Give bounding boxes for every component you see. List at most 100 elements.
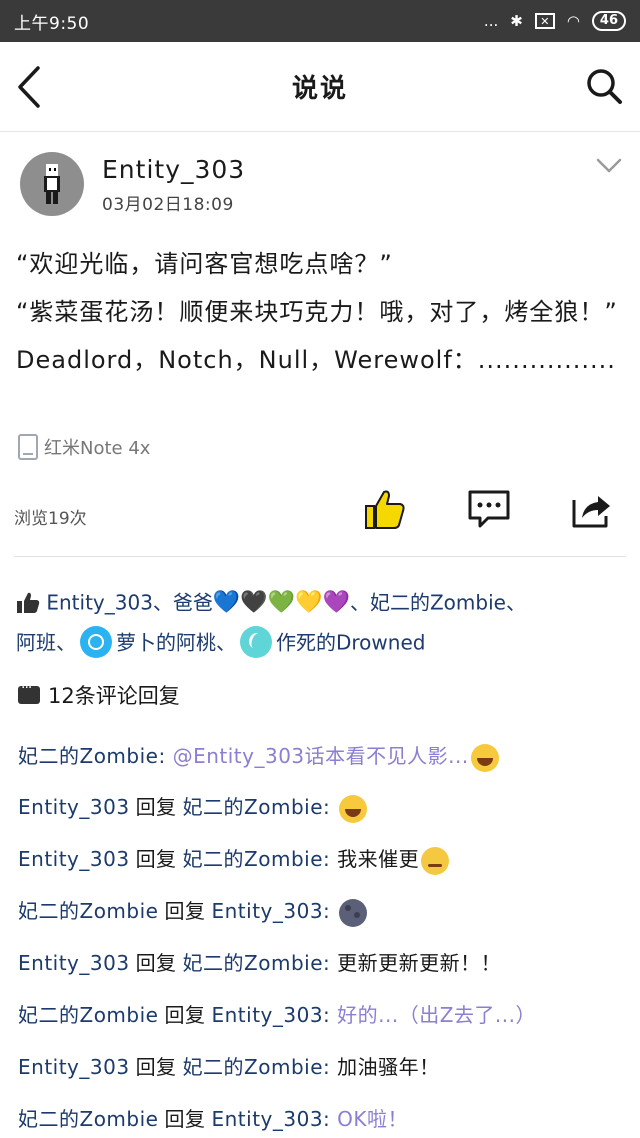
- author-name[interactable]: Entity_303: [102, 155, 245, 184]
- reply-row[interactable]: 妃二的Zombie: @Entity_303话本看不见人影...: [18, 740, 499, 772]
- reply-author[interactable]: Entity_303: [18, 1055, 130, 1079]
- reply-author[interactable]: 妃二的Zombie: [18, 899, 158, 923]
- reply-word: 回复: [135, 951, 177, 975]
- reply-word: 回复: [135, 847, 177, 871]
- post-line: “紫菜蛋花汤！顺便来块巧克力！哦，对了，烤全狼！”: [16, 298, 618, 326]
- reply-colon: :: [323, 1055, 338, 1079]
- avatar-figure-icon: [44, 164, 60, 204]
- mini-avatar: [80, 626, 112, 658]
- no-sim-icon: ✕: [534, 13, 555, 29]
- reply-target[interactable]: 妃二的Zombie: [183, 847, 323, 871]
- post-line: “欢迎光临，请问客官想吃点啥？”: [16, 250, 393, 278]
- like-separator: 、: [152, 590, 173, 615]
- reply-target[interactable]: 妃二的Zombie: [183, 1055, 323, 1079]
- more-dots-icon: ...: [483, 12, 499, 30]
- reply-target[interactable]: Entity_303: [211, 1003, 323, 1027]
- divider: [14, 556, 626, 557]
- reply-colon: :: [323, 951, 338, 975]
- reply-colon: :: [323, 1003, 338, 1027]
- phone-icon: [18, 434, 38, 460]
- reply-row[interactable]: Entity_303 回复 妃二的Zombie: 加油骚年！: [18, 1051, 440, 1080]
- reply-row[interactable]: 妃二的Zombie 回复 Entity_303: OK啦！: [18, 1103, 408, 1132]
- laugh-emoji-icon: [470, 743, 499, 772]
- heart-icon: 💙: [212, 589, 241, 615]
- reply-word: 回复: [135, 1055, 177, 1079]
- like-small-icon: [17, 592, 40, 613]
- comment-count: 12条评论回复: [18, 680, 180, 710]
- reply-row[interactable]: Entity_303 回复 妃二的Zombie:: [18, 791, 368, 823]
- reply-colon: :: [323, 1107, 338, 1131]
- heart-icon: 💜: [322, 589, 350, 615]
- reply-author[interactable]: Entity_303: [18, 847, 130, 871]
- wifi-icon: ◠: [566, 12, 580, 30]
- reply-word: 回复: [164, 1107, 206, 1131]
- like-thumb-icon[interactable]: [362, 486, 408, 532]
- back-arrow-icon[interactable]: [12, 64, 52, 110]
- reply-colon: :: [323, 899, 338, 923]
- reply-colon: :: [323, 847, 338, 871]
- like-user[interactable]: 萝卜的阿桃: [116, 630, 216, 654]
- like-separator: 、: [216, 630, 236, 654]
- reply-target[interactable]: Entity_303: [211, 1107, 323, 1131]
- view-count: 浏览19次: [14, 509, 87, 529]
- reply-author[interactable]: Entity_303: [18, 951, 130, 975]
- comment-small-icon: [18, 680, 40, 704]
- reply-colon: :: [323, 795, 338, 819]
- comment-icon[interactable]: [466, 486, 512, 532]
- like-user[interactable]: 作死的Drowned: [276, 630, 425, 654]
- like-user[interactable]: 爸爸: [173, 591, 213, 615]
- reply-author[interactable]: 妃二的Zombie: [18, 1003, 158, 1027]
- reply-text: 我来催更: [337, 847, 420, 871]
- likes-list: Entity_303、爸爸💙🖤💚💛💜、妃二的Zombie、 阿班、 萝卜的阿桃、作…: [16, 582, 626, 661]
- mini-avatar: [240, 626, 272, 658]
- like-separator: 、: [349, 590, 370, 615]
- status-bar: 上午9:50 ... ✱ ✕ ◠ 46: [0, 0, 640, 42]
- reply-text: 加油骚年！: [337, 1055, 440, 1079]
- reply-target[interactable]: Entity_303: [211, 899, 323, 923]
- heart-icon: 💛: [295, 589, 323, 615]
- reply-text: 好的...（出Z去了...）: [337, 1003, 537, 1027]
- heart-icon: 🖤: [240, 589, 268, 615]
- comment-count-label: 12条评论回复: [48, 684, 180, 708]
- like-user[interactable]: 妃二的Zombie: [370, 591, 506, 615]
- device-info: 红米Note 4x: [18, 434, 150, 460]
- reply-text: @Entity_303话本看不见人影...: [172, 744, 469, 768]
- battery-icon: 46: [591, 11, 626, 31]
- reply-colon: :: [158, 744, 173, 768]
- reply-word: 回复: [135, 795, 177, 819]
- nav-bar: 说说: [0, 42, 640, 132]
- reply-author[interactable]: Entity_303: [18, 795, 130, 819]
- reply-word: 回复: [164, 899, 206, 923]
- page-title: 说说: [291, 74, 348, 104]
- like-user[interactable]: Entity_303: [46, 591, 153, 615]
- post-time: 03月02日18:09: [102, 195, 234, 215]
- reply-target[interactable]: 妃二的Zombie: [183, 795, 323, 819]
- like-separator: 、: [56, 630, 76, 654]
- reply-author[interactable]: 妃二的Zombie: [18, 1107, 158, 1131]
- post-content: “欢迎光临，请问客官想吃点啥？” “紫菜蛋花汤！顺便来块巧克力！哦，对了，烤全狼…: [16, 240, 622, 384]
- reply-row[interactable]: Entity_303 回复 妃二的Zombie: 我来催更: [18, 843, 450, 875]
- reply-target[interactable]: 妃二的Zombie: [183, 951, 323, 975]
- device-name: 红米Note 4x: [44, 438, 151, 459]
- moon-emoji-icon: [339, 898, 368, 927]
- status-icons: ... ✱ ✕ ◠ 46: [484, 11, 626, 31]
- heart-icon: 💚: [267, 589, 296, 615]
- like-user[interactable]: 阿班: [16, 630, 56, 654]
- chevron-down-icon[interactable]: [596, 158, 622, 174]
- reply-row[interactable]: 妃二的Zombie 回复 Entity_303:: [18, 895, 368, 927]
- smirk-emoji-icon: [421, 846, 450, 875]
- reply-word: 回复: [164, 1003, 206, 1027]
- author-avatar[interactable]: [20, 152, 84, 216]
- post-line: Deadlord，Notch，Null，Werewolf：...........…: [16, 346, 616, 374]
- like-separator: 、: [505, 590, 526, 615]
- reply-author[interactable]: 妃二的Zombie: [18, 744, 158, 768]
- reply-text: OK啦！: [337, 1107, 409, 1131]
- laugh-emoji-icon: [339, 794, 368, 823]
- status-time: 上午9:50: [14, 13, 90, 34]
- reply-text: 更新更新更新！！: [337, 951, 502, 975]
- reply-row[interactable]: 妃二的Zombie 回复 Entity_303: 好的...（出Z去了...）: [18, 999, 536, 1028]
- reply-row[interactable]: Entity_303 回复 妃二的Zombie: 更新更新更新！！: [18, 947, 501, 976]
- bluetooth-icon: ✱: [510, 12, 523, 30]
- share-icon[interactable]: [568, 486, 614, 532]
- search-icon[interactable]: [584, 66, 624, 106]
